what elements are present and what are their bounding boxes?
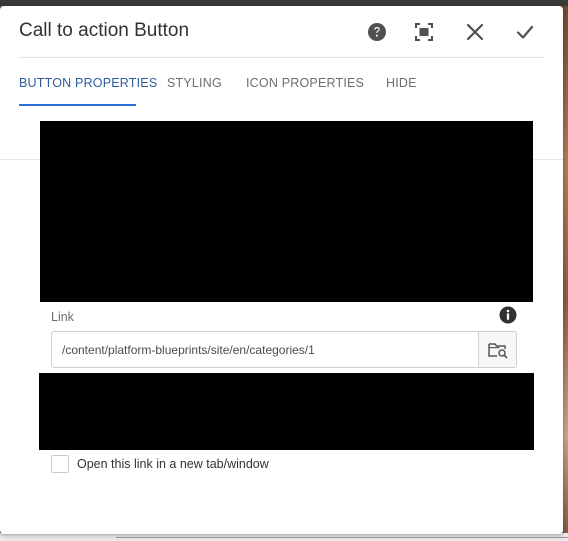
redacted-area-top xyxy=(40,121,533,302)
fullscreen-icon xyxy=(415,23,433,41)
new-tab-checkbox[interactable] xyxy=(51,455,69,473)
tab-bar: BUTTON PROPERTIES STYLING ICON PROPERTIE… xyxy=(0,58,563,160)
help-button[interactable] xyxy=(364,19,390,45)
link-label: Link xyxy=(51,310,74,324)
help-icon xyxy=(368,23,386,41)
info-button[interactable] xyxy=(499,306,517,324)
call-to-action-dialog: Call to action Button BUTTON PROPERTIES … xyxy=(0,6,563,534)
browse-path-button[interactable] xyxy=(478,332,516,367)
link-path-field xyxy=(51,331,517,368)
redacted-area-bottom xyxy=(39,373,534,450)
tab-button-properties[interactable]: BUTTON PROPERTIES xyxy=(19,76,157,90)
link-input[interactable] xyxy=(52,332,478,367)
active-tab-indicator xyxy=(19,104,136,106)
folder-search-icon xyxy=(487,342,507,358)
info-icon xyxy=(499,306,517,324)
dialog-header: Call to action Button xyxy=(0,6,563,58)
tab-styling[interactable]: STYLING xyxy=(167,76,222,90)
backdrop-divider xyxy=(116,537,568,538)
close-button[interactable] xyxy=(462,19,488,45)
tab-icon-properties[interactable]: ICON PROPERTIES xyxy=(246,76,364,90)
tab-hide[interactable]: HIDE xyxy=(386,76,417,90)
done-button[interactable] xyxy=(512,19,538,45)
checkmark-icon xyxy=(516,25,534,39)
fullscreen-button[interactable] xyxy=(411,19,437,45)
close-icon xyxy=(466,23,484,41)
dialog-title: Call to action Button xyxy=(19,20,190,41)
new-tab-label: Open this link in a new tab/window xyxy=(77,457,269,471)
